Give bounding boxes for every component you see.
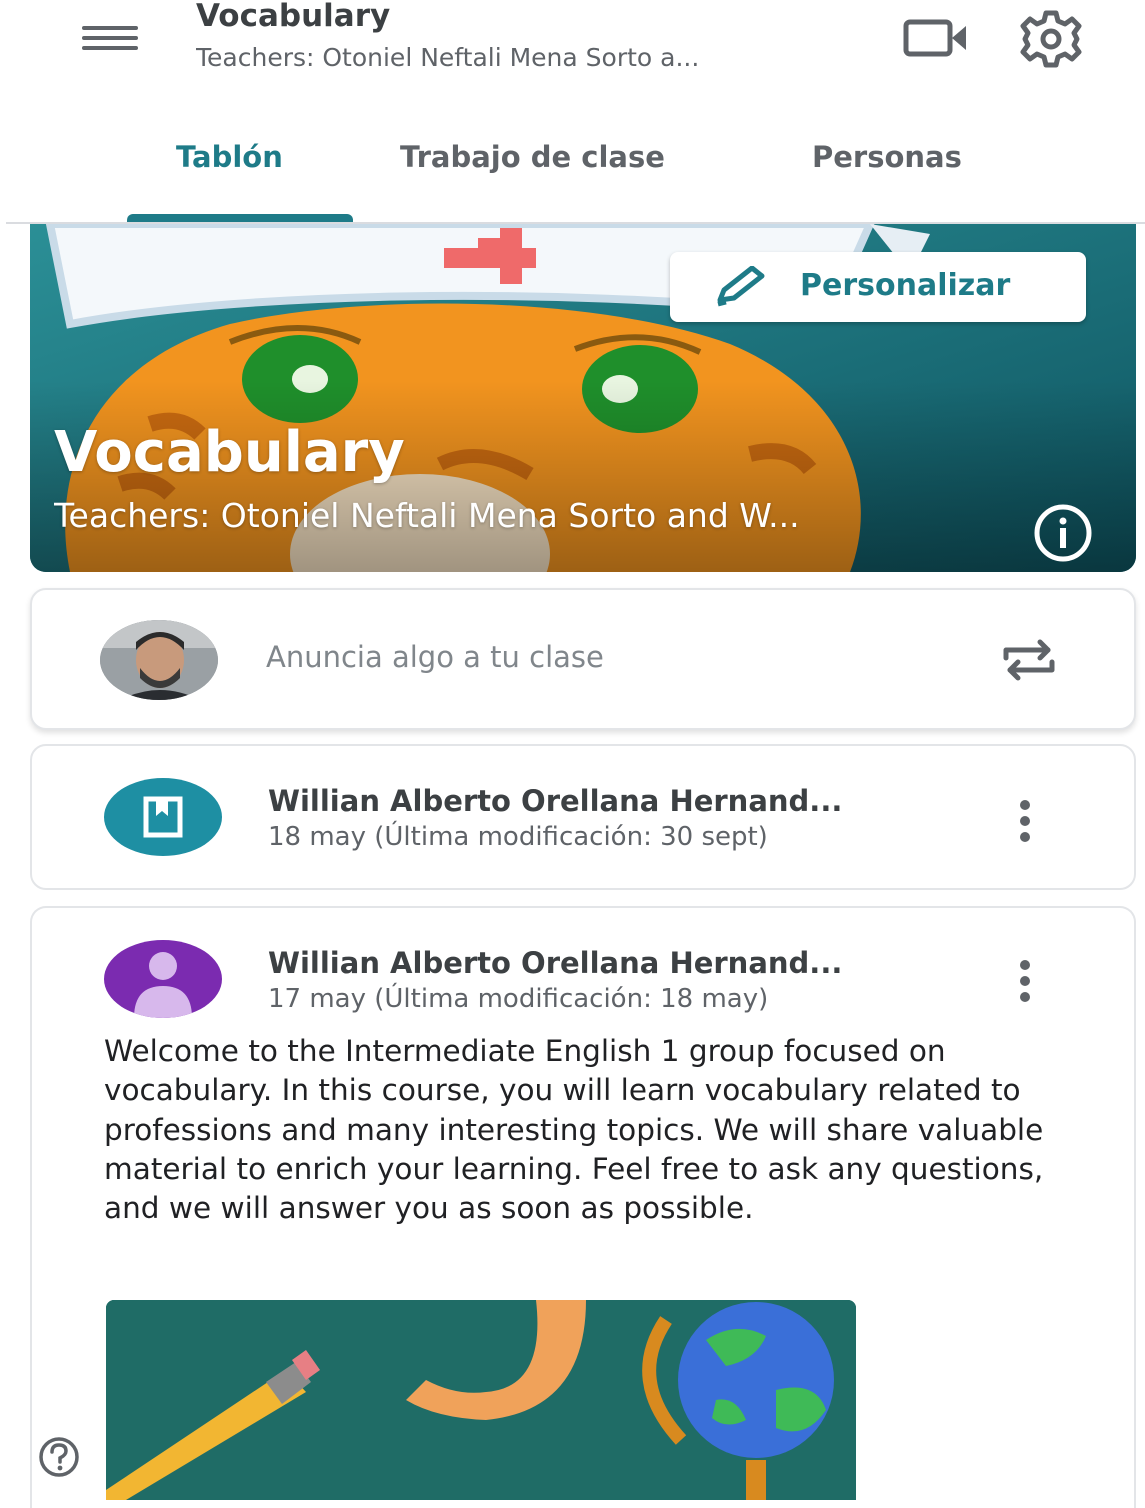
avatar-placeholder-icon [104,940,222,1018]
tab-bar: Tablón Trabajo de clase Personas [0,130,1145,222]
class-teachers: Teachers: Otoniel Neftali Mena Sorto and… [54,496,800,535]
customize-button[interactable]: Personalizar [670,252,1086,322]
video-camera-icon[interactable] [902,16,972,60]
post-author: Willian Alberto Orellana Hernand... [268,784,843,818]
post-body: Welcome to the Intermediate English 1 gr… [104,1034,1044,1226]
gear-icon[interactable] [1018,10,1084,68]
more-options-icon[interactable] [1010,796,1040,846]
post-date: 17 may (Última modificación: 18 may) [268,984,769,1014]
post-author: Willian Alberto Orellana Hernand... [268,946,843,980]
class-title: Vocabulary [54,420,405,485]
page-title: Vocabulary [196,0,391,34]
stream-item[interactable]: Willian Alberto Orellana Hernand... 18 m… [30,744,1136,890]
stream-item: Willian Alberto Orellana Hernand... 17 m… [30,906,1136,1508]
class-banner: Personalizar Vocabulary Teachers: Otonie… [30,224,1136,572]
post-attachment-image[interactable] [106,1300,856,1500]
help-icon[interactable] [30,1436,88,1478]
announce-box[interactable]: Anuncia algo a tu clase [30,588,1136,730]
post-date: 18 may (Última modificación: 30 sept) [268,822,768,852]
tab-tablon[interactable]: Tablón [176,140,283,174]
app-bar: Vocabulary Teachers: Otoniel Neftali Men… [0,0,1145,222]
tab-trabajo-de-clase[interactable]: Trabajo de clase [400,140,665,174]
customize-label: Personalizar [800,268,1011,303]
info-icon[interactable] [1032,502,1094,564]
more-options-icon[interactable] [1010,956,1040,1006]
active-tab-indicator [127,214,353,222]
repost-icon[interactable] [1000,636,1058,684]
page-subtitle: Teachers: Otoniel Neftali Mena Sorto a..… [196,43,700,72]
pencil-icon [717,266,765,307]
tab-personas[interactable]: Personas [812,140,962,174]
menu-icon[interactable] [82,20,144,54]
material-icon [104,778,222,856]
announce-input[interactable]: Anuncia algo a tu clase [266,640,604,674]
avatar [100,620,218,700]
